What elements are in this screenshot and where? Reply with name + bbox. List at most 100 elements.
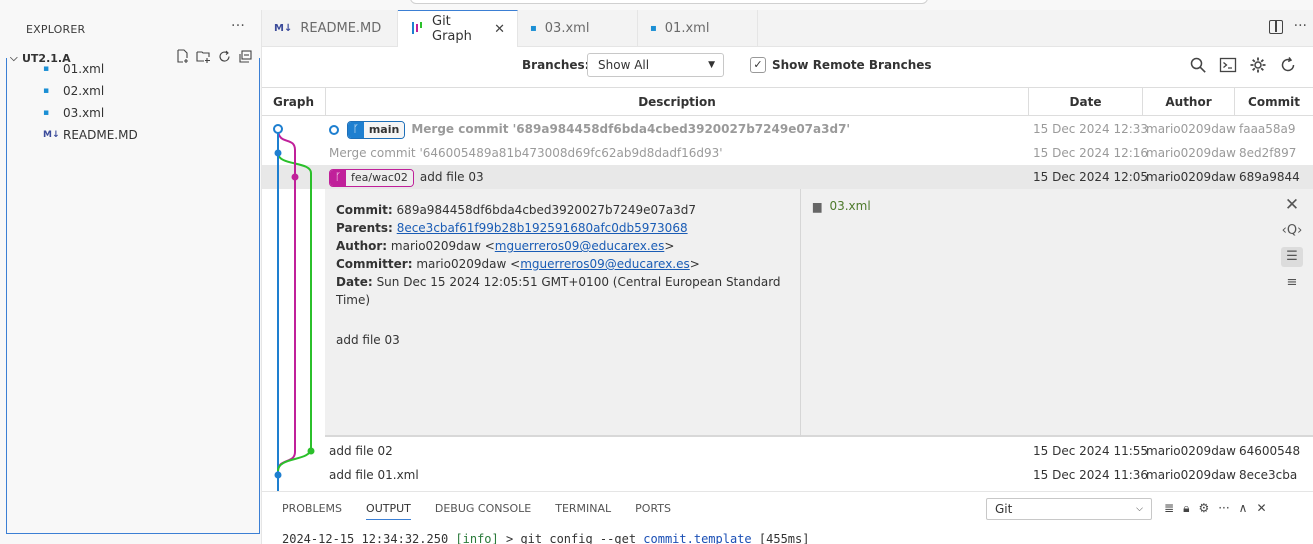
commit-row[interactable]: Merge commit '646005489a81b473008d69fc62… bbox=[262, 141, 1313, 165]
gear-icon[interactable] bbox=[1249, 56, 1267, 74]
title-bar bbox=[0, 0, 1313, 10]
close-icon[interactable]: ✕ bbox=[494, 22, 505, 37]
commit-description: Merge commit '646005489a81b473008d69fc62… bbox=[329, 146, 723, 160]
search-icon[interactable] bbox=[1189, 56, 1207, 74]
branch-icon: ᚴ bbox=[347, 121, 364, 138]
commit-row[interactable]: add file 02 15 Dec 2024 11:55 mario0209d… bbox=[262, 439, 1313, 463]
tab-debug-console[interactable]: DEBUG CONSOLE bbox=[435, 502, 531, 520]
tab-output[interactable]: OUTPUT bbox=[366, 502, 411, 520]
author-name: mario0209daw bbox=[390, 239, 481, 253]
tree-view-icon[interactable]: ☰ bbox=[1281, 247, 1303, 267]
author-email-link[interactable]: mguerreros09@educarex.es bbox=[495, 239, 665, 253]
output-channel-select[interactable]: Git ⌵ bbox=[986, 498, 1152, 520]
commit-hash: faaa58a9 bbox=[1239, 122, 1296, 136]
commit-row[interactable]: ᚴ main Merge commit '689a984458df6bda4cbed… bbox=[262, 117, 1313, 141]
date-value: Sun Dec 15 2024 12:05:51 GMT+0100 (Centr… bbox=[336, 275, 781, 307]
tab-problems[interactable]: PROBLEMS bbox=[282, 502, 342, 520]
more-actions-icon[interactable]: ··· bbox=[231, 18, 245, 34]
commit-date: 15 Dec 2024 12:16 bbox=[1033, 146, 1149, 160]
commit-node bbox=[274, 149, 282, 157]
xml-file-icon: ▪ bbox=[530, 23, 537, 34]
commit-description: ᚴ fea/wac02 add file 03 bbox=[329, 165, 484, 189]
bottom-panel: PROBLEMS OUTPUT DEBUG CONSOLE TERMINAL P… bbox=[262, 491, 1313, 544]
commit-author: mario0209daw bbox=[1146, 122, 1236, 136]
commit-date: 15 Dec 2024 11:55 bbox=[1033, 444, 1149, 458]
commit-row[interactable]: add file 01.xml 15 Dec 2024 11:36 mario0… bbox=[262, 463, 1313, 487]
commit-author: mario0209daw bbox=[1146, 146, 1236, 160]
branch-name: fea/wac02 bbox=[346, 169, 413, 186]
commit-author: mario0209daw bbox=[1146, 170, 1236, 184]
parent-commit-link[interactable]: 8ece3cbaf61f99b28b192591680afc0db5973068 bbox=[397, 221, 688, 235]
filter-list-icon[interactable]: ≣ bbox=[1164, 501, 1174, 516]
list-view-icon[interactable]: ≡ bbox=[1281, 273, 1303, 293]
commit-node bbox=[291, 173, 299, 181]
tree-item-02-xml[interactable]: ▪ 02.xml bbox=[7, 80, 259, 102]
show-remote-label[interactable]: Show Remote Branches bbox=[772, 58, 932, 72]
commit-label: Commit: bbox=[336, 203, 393, 217]
tab-terminal[interactable]: TERMINAL bbox=[555, 502, 611, 520]
tab-01-xml[interactable]: ▪ 01.xml bbox=[638, 10, 758, 47]
commit-author: mario0209daw bbox=[1146, 444, 1236, 458]
column-header-graph[interactable]: Graph bbox=[262, 88, 326, 116]
close-icon[interactable]: ✕ bbox=[1256, 501, 1266, 516]
tree-item-03-xml[interactable]: ▪ 03.xml bbox=[7, 102, 259, 124]
column-header-description[interactable]: Description bbox=[326, 88, 1029, 116]
panel-tabs: PROBLEMS OUTPUT DEBUG CONSOLE TERMINAL P… bbox=[282, 502, 671, 520]
commit-row-selected[interactable]: ᚴ fea/wac02 add file 03 15 Dec 2024 12:05 … bbox=[262, 165, 1313, 189]
commit-author: mario0209daw bbox=[1146, 468, 1236, 482]
changed-file-name: 03.xml bbox=[829, 199, 871, 213]
command-center[interactable] bbox=[410, 0, 928, 4]
tab-readme[interactable]: M↓ README.MD bbox=[262, 10, 398, 47]
xml-file-icon: ▪ bbox=[43, 64, 50, 74]
more-actions-icon[interactable]: ··· bbox=[1218, 501, 1229, 516]
branches-label: Branches: bbox=[522, 58, 590, 72]
code-review-icon[interactable]: ‹Q› bbox=[1281, 221, 1303, 241]
chevron-down-icon: ⌵ bbox=[1136, 504, 1143, 514]
tab-label: 03.xml bbox=[544, 21, 590, 36]
commit-date: 15 Dec 2024 12:33 bbox=[1033, 122, 1149, 136]
gear-icon[interactable]: ⚙ bbox=[1198, 501, 1209, 516]
commit-node bbox=[273, 124, 283, 134]
column-header-date[interactable]: Date bbox=[1029, 88, 1143, 116]
show-remote-checkbox[interactable]: ✓ bbox=[750, 57, 766, 73]
xml-file-icon: ▪ bbox=[43, 86, 50, 96]
commit-hash: 689a9844 bbox=[1239, 170, 1300, 184]
tree-item-01-xml[interactable]: ▪ 01.xml bbox=[7, 58, 259, 80]
commit-date: 15 Dec 2024 11:36 bbox=[1033, 468, 1149, 482]
commit-hash: 64600548 bbox=[1239, 444, 1301, 458]
file-icon: ▆ bbox=[813, 200, 822, 213]
branches-select-value: Show All bbox=[598, 58, 650, 72]
split-editor-icon[interactable] bbox=[1269, 20, 1283, 34]
markdown-file-icon: M↓ bbox=[43, 130, 60, 140]
details-divider bbox=[800, 189, 801, 437]
column-header-commit[interactable]: Commit bbox=[1235, 88, 1313, 116]
explorer-header: EXPLORER ··· bbox=[0, 10, 261, 48]
close-icon[interactable]: ✕ bbox=[1281, 195, 1303, 215]
refresh-icon[interactable] bbox=[1279, 56, 1297, 74]
chevron-up-icon[interactable]: ∧ bbox=[1239, 501, 1248, 516]
commit-value: 689a984458df6bda4cbed3920027b7249e07a3d7 bbox=[396, 203, 697, 217]
date-label: Date: bbox=[336, 275, 373, 289]
tab-03-xml[interactable]: ▪ 03.xml bbox=[518, 10, 638, 47]
author-label: Author: bbox=[336, 239, 388, 253]
editor-tabs: M↓ README.MD Git Graph ✕ ▪ 03.xml ▪ 01.x… bbox=[262, 10, 1313, 47]
markdown-file-icon: M↓ bbox=[274, 23, 293, 34]
tree-item-readme[interactable]: M↓ README.MD bbox=[7, 124, 259, 146]
branches-select[interactable]: Show All ▼ bbox=[587, 53, 724, 77]
tab-ports[interactable]: PORTS bbox=[635, 502, 671, 520]
column-header-author[interactable]: Author bbox=[1143, 88, 1235, 116]
explorer-title: EXPLORER bbox=[26, 22, 86, 36]
commit-message: add file 03 bbox=[419, 170, 484, 184]
tab-label: README.MD bbox=[300, 21, 382, 36]
tab-git-graph[interactable]: Git Graph ✕ bbox=[398, 10, 518, 47]
branch-ref-main[interactable]: ᚴ main bbox=[346, 120, 406, 139]
changed-file-03-xml[interactable]: ▆ 03.xml bbox=[813, 199, 871, 213]
lock-icon[interactable]: 🔒︎ bbox=[1183, 501, 1189, 516]
branch-ref-fea-wac02[interactable]: ᚴ fea/wac02 bbox=[329, 168, 414, 187]
terminal-icon[interactable] bbox=[1219, 56, 1237, 74]
parents-label: Parents: bbox=[336, 221, 393, 235]
committer-email-link[interactable]: mguerreros09@educarex.es bbox=[520, 257, 690, 271]
branch-name: main bbox=[363, 121, 405, 138]
git-graph-toolbar: Branches: Show All ▼ ✓ Show Remote Branc… bbox=[262, 47, 1313, 87]
more-actions-icon[interactable]: ··· bbox=[1294, 18, 1307, 34]
